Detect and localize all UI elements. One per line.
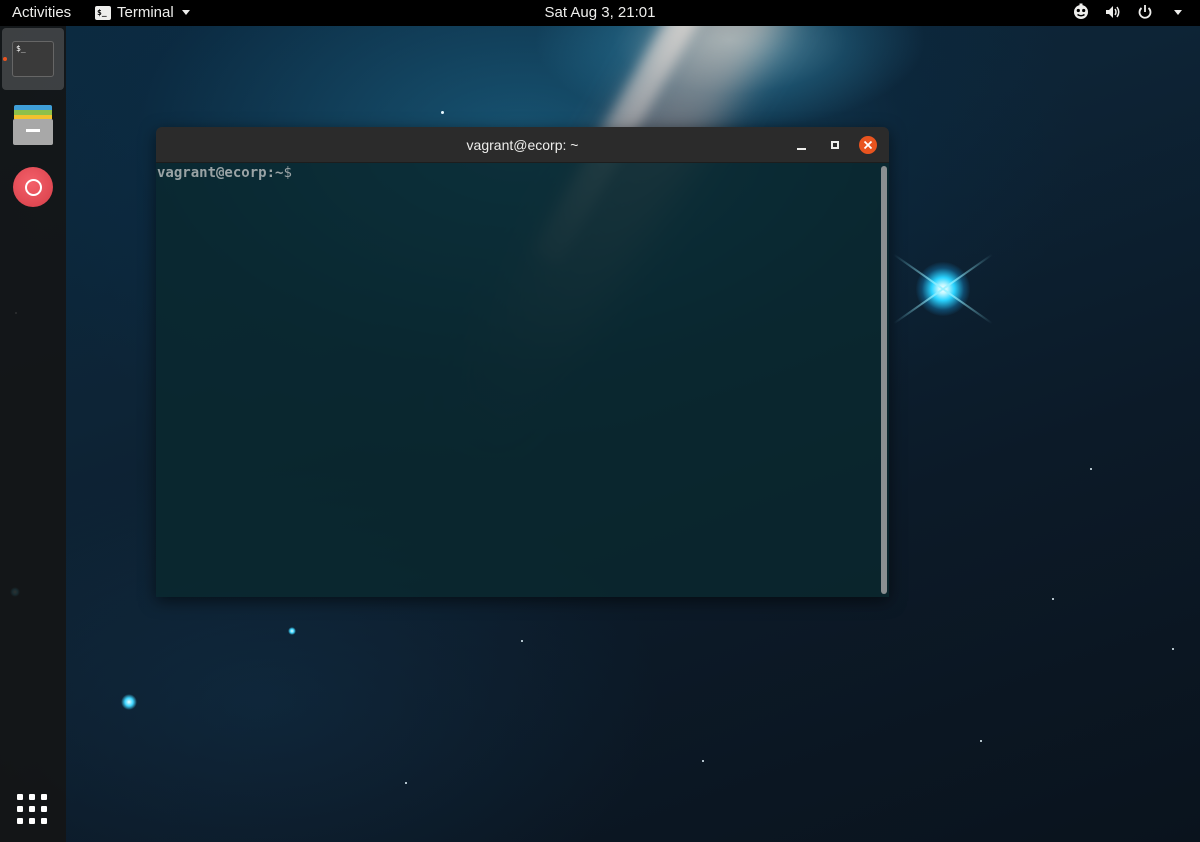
wallpaper-bright-star <box>916 262 970 316</box>
scrollbar-thumb[interactable] <box>881 166 887 594</box>
app-menu-label: Terminal <box>117 4 174 21</box>
power-icon[interactable] <box>1136 3 1154 21</box>
window-title: vagrant@ecorp: ~ <box>466 137 579 153</box>
close-icon <box>863 140 873 150</box>
window-titlebar[interactable]: vagrant@ecorp: ~ <box>156 127 889 163</box>
wallpaper-star <box>405 782 407 784</box>
top-bar: Activities $_ Terminal Sat Aug 3, 21:01 <box>0 0 1200 26</box>
clock-button[interactable]: Sat Aug 3, 21:01 <box>545 4 656 21</box>
dock-item-help[interactable] <box>2 156 64 218</box>
wallpaper-star <box>288 627 296 635</box>
shell-prompt: vagrant@ecorp:~$ <box>157 165 292 181</box>
wallpaper-star <box>441 111 444 114</box>
terminal-app-icon: $_ <box>95 5 111 20</box>
dock-item-terminal[interactable]: $_ <box>2 28 64 90</box>
wallpaper-star <box>521 640 523 642</box>
maximize-button[interactable] <box>826 136 844 154</box>
running-indicator <box>3 57 7 61</box>
help-icon <box>13 167 53 207</box>
minimize-icon <box>796 148 806 150</box>
app-menu-button[interactable]: $_ Terminal <box>95 4 190 21</box>
wallpaper-star <box>1090 468 1092 470</box>
maximize-icon <box>831 141 839 149</box>
prompt-user-host: vagrant@ecorp <box>157 165 267 181</box>
show-applications-grid-icon[interactable] <box>17 794 49 826</box>
wallpaper-star <box>702 760 704 762</box>
prompt-symbol: $ <box>283 165 292 181</box>
terminal-output-area[interactable]: vagrant@ecorp:~$ <box>156 163 889 597</box>
prompt-path: :~ <box>266 165 284 181</box>
wallpaper-star <box>1052 598 1054 600</box>
chevron-down-icon <box>181 10 190 15</box>
dock: $_ <box>0 26 66 842</box>
terminal-icon: $_ <box>12 41 54 77</box>
files-icon <box>13 105 53 145</box>
close-button[interactable] <box>859 136 877 154</box>
activities-button[interactable]: Activities <box>12 4 71 21</box>
minimize-button[interactable] <box>792 136 810 154</box>
terminal-window: vagrant@ecorp: ~ vagrant@ecorp:~$ <box>156 127 889 597</box>
accessibility-icon[interactable] <box>1072 3 1090 21</box>
wallpaper-star <box>121 694 137 710</box>
dock-item-files[interactable] <box>2 94 64 156</box>
volume-icon[interactable] <box>1104 3 1122 21</box>
wallpaper-star <box>1172 648 1174 650</box>
system-tray[interactable] <box>1072 3 1186 21</box>
system-menu-caret-icon[interactable] <box>1168 3 1186 21</box>
wallpaper-star <box>980 740 982 742</box>
